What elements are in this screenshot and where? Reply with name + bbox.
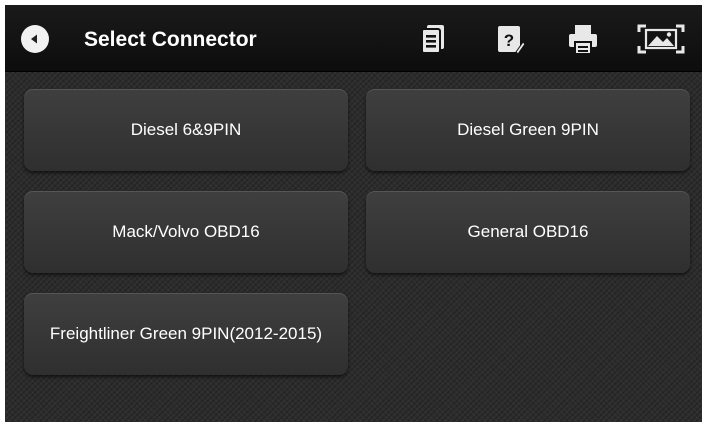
screenshot-button[interactable] — [635, 22, 687, 56]
connector-button-diesel-6-9pin[interactable]: Diesel 6&9PIN — [24, 89, 348, 171]
top-bar: Select Connector ? — [5, 5, 702, 72]
help-button[interactable]: ? — [495, 22, 525, 56]
screenshot-icon — [637, 24, 685, 54]
connector-button-mack-volvo-obd16[interactable]: Mack/Volvo OBD16 — [24, 191, 348, 273]
connector-label: Mack/Volvo OBD16 — [112, 222, 260, 241]
print-button[interactable] — [567, 22, 599, 56]
report-icon — [421, 25, 444, 54]
help-icon: ? — [498, 26, 525, 55]
print-icon — [569, 25, 597, 55]
report-button[interactable] — [419, 22, 447, 56]
app-screen: Select Connector ? Diesel 6&9PIN Diesel … — [5, 5, 702, 422]
connector-button-freightliner-green-9pin[interactable]: Freightliner Green 9PIN(2012-2015) — [24, 293, 348, 375]
connector-button-diesel-green-9pin[interactable]: Diesel Green 9PIN — [366, 89, 690, 171]
connector-label: Diesel 6&9PIN — [130, 120, 242, 139]
connector-label: Freightliner Green 9PIN(2012-2015) — [49, 324, 323, 343]
back-icon — [31, 34, 37, 44]
connector-button-general-obd16[interactable]: General OBD16 — [366, 191, 690, 273]
page-title: Select Connector — [84, 28, 257, 51]
back-button[interactable] — [21, 25, 49, 53]
connector-label: Diesel Green 9PIN — [457, 120, 599, 139]
connector-label: General OBD16 — [467, 222, 589, 241]
svg-text:?: ? — [504, 31, 514, 50]
